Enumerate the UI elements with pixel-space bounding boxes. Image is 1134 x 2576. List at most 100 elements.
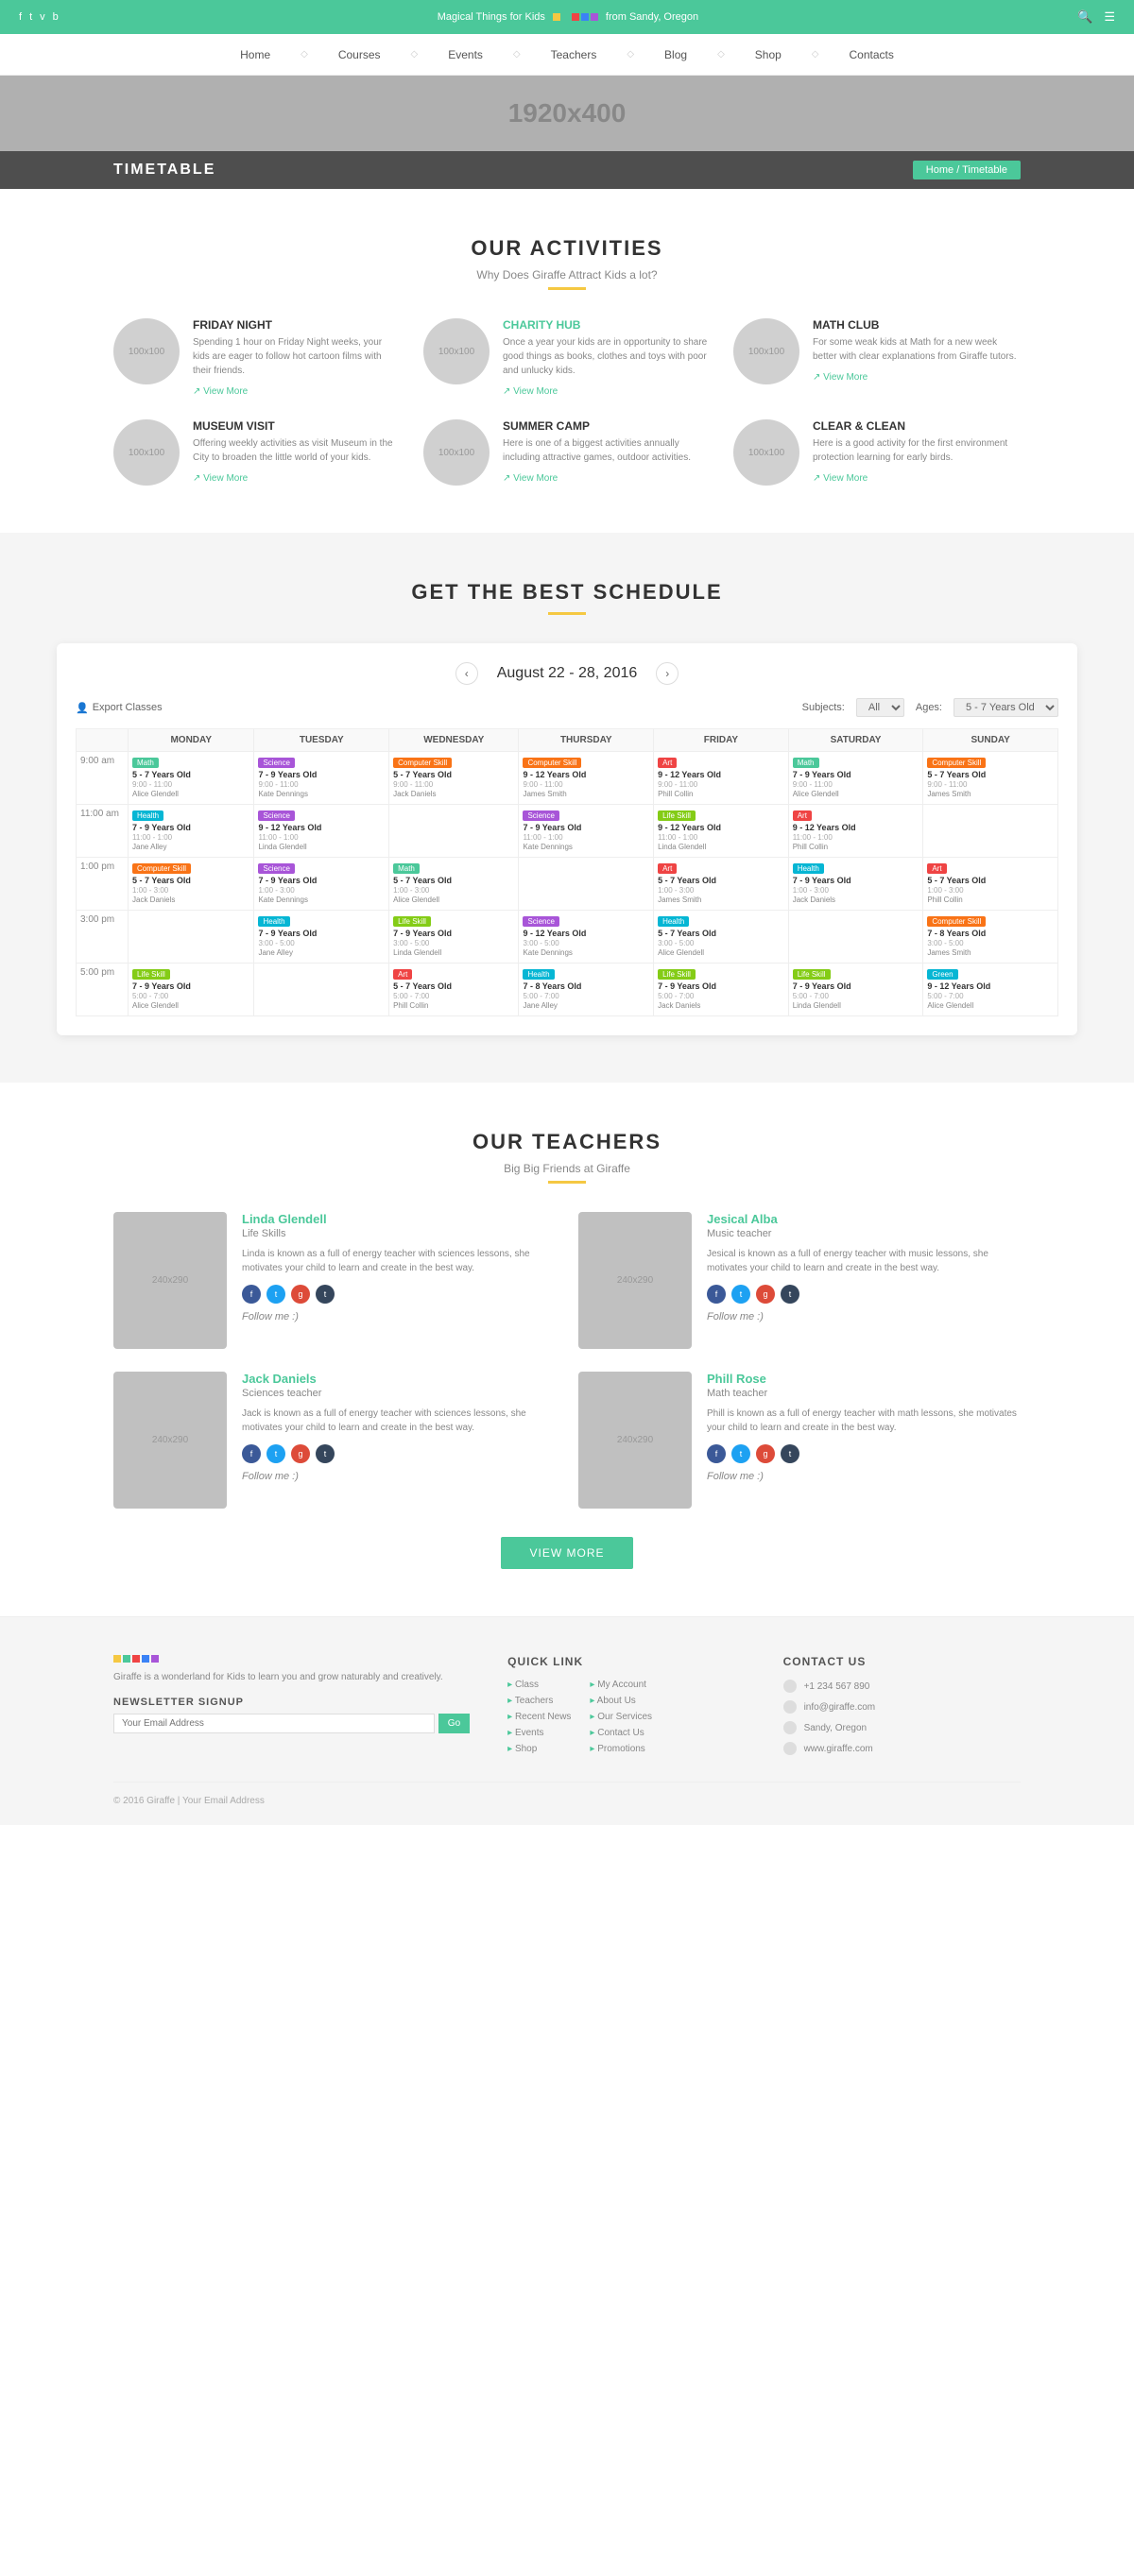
nav-home[interactable]: Home xyxy=(240,48,270,61)
schedule-section: GET THE BEST SCHEDULE ‹ August 22 - 28, … xyxy=(0,533,1134,1083)
breadcrumb[interactable]: Home / Timetable xyxy=(913,161,1021,179)
class-cell: Math 5 - 7 Years Old 9:00 - 11:00 Alice … xyxy=(129,752,254,805)
class-age: 7 - 9 Years Old xyxy=(258,770,317,779)
class-card[interactable]: Life Skill 7 - 9 Years Old 3:00 - 5:00 L… xyxy=(393,914,514,959)
class-card[interactable]: Computer Skill 5 - 7 Years Old 1:00 - 3:… xyxy=(132,862,249,906)
activity-link-museum[interactable]: View More xyxy=(193,473,248,484)
class-card[interactable]: Computer Skill 7 - 8 Years Old 3:00 - 5:… xyxy=(927,914,1054,959)
twitter-icon[interactable]: t xyxy=(266,1285,285,1304)
nav-contacts[interactable]: Contacts xyxy=(850,48,894,61)
class-card[interactable]: Art 5 - 7 Years Old 1:00 - 3:00 James Sm… xyxy=(658,862,784,906)
footer-logo xyxy=(113,1655,470,1663)
social-links[interactable]: f t v b xyxy=(19,11,59,23)
quick-link-about[interactable]: About Us xyxy=(590,1696,652,1706)
tumblr-icon[interactable]: t xyxy=(781,1444,799,1463)
twitter-icon[interactable]: t xyxy=(731,1285,750,1304)
quick-link-shop[interactable]: Shop xyxy=(507,1744,571,1754)
follow-link[interactable]: Follow me :) xyxy=(242,1311,556,1322)
follow-link[interactable]: Follow me :) xyxy=(707,1311,1021,1322)
class-card[interactable]: Life Skill 7 - 9 Years Old 5:00 - 7:00 L… xyxy=(793,967,919,1012)
class-card[interactable]: Health 7 - 9 Years Old 3:00 - 5:00 Jane … xyxy=(258,914,385,959)
class-card[interactable]: Life Skill 9 - 12 Years Old 11:00 - 1:00… xyxy=(658,809,784,853)
google-plus-icon[interactable]: g xyxy=(291,1285,310,1304)
class-card[interactable]: Science 7 - 9 Years Old 1:00 - 3:00 Kate… xyxy=(258,862,385,906)
facebook-link[interactable]: f xyxy=(19,11,22,23)
top-right-icons[interactable]: 🔍 ☰ xyxy=(1077,9,1115,25)
facebook-icon[interactable]: f xyxy=(242,1444,261,1463)
activity-link-clear[interactable]: View More xyxy=(813,473,868,484)
teachers-subtitle: Big Big Friends at Giraffe xyxy=(113,1162,1021,1175)
class-card[interactable]: Life Skill 7 - 9 Years Old 5:00 - 7:00 A… xyxy=(132,967,249,1012)
view-more-teachers-btn[interactable]: VIEW MORE xyxy=(501,1537,632,1569)
class-card[interactable]: Math 5 - 7 Years Old 9:00 - 11:00 Alice … xyxy=(132,756,249,800)
schedule-underline xyxy=(548,612,586,615)
tumblr-icon[interactable]: t xyxy=(781,1285,799,1304)
class-cell: Computer Skill 7 - 8 Years Old 3:00 - 5:… xyxy=(923,911,1058,964)
class-card[interactable]: Math 7 - 9 Years Old 9:00 - 11:00 Alice … xyxy=(793,756,919,800)
google-plus-icon[interactable]: g xyxy=(291,1444,310,1463)
quick-link-my-account[interactable]: My Account xyxy=(590,1680,652,1690)
twitter-icon[interactable]: t xyxy=(731,1444,750,1463)
schedule-next-btn[interactable]: › xyxy=(656,662,679,685)
class-age: 9 - 12 Years Old xyxy=(927,981,990,991)
class-card[interactable]: Science 9 - 12 Years Old 3:00 - 5:00 Kat… xyxy=(523,914,649,959)
quick-link-class[interactable]: Class xyxy=(507,1680,571,1690)
class-card[interactable]: Science 7 - 9 Years Old 11:00 - 1:00 Kat… xyxy=(523,809,649,853)
activity-link-charity[interactable]: View More xyxy=(503,386,558,397)
class-card[interactable]: Math 5 - 7 Years Old 1:00 - 3:00 Alice G… xyxy=(393,862,514,906)
class-card[interactable]: Art 5 - 7 Years Old 1:00 - 3:00 Phill Co… xyxy=(927,862,1054,906)
quick-link-promotions[interactable]: Promotions xyxy=(590,1744,652,1754)
class-card[interactable]: Science 9 - 12 Years Old 11:00 - 1:00 Li… xyxy=(258,809,385,853)
quick-link-events[interactable]: Events xyxy=(507,1728,571,1738)
nav-courses[interactable]: Courses xyxy=(338,48,381,61)
activity-link-math[interactable]: View More xyxy=(813,372,868,383)
class-card[interactable]: Art 9 - 12 Years Old 11:00 - 1:00 Phill … xyxy=(793,809,919,853)
teacher-social: f t g t xyxy=(242,1444,556,1463)
quick-link-teachers[interactable]: Teachers xyxy=(507,1696,571,1706)
class-card[interactable]: Health 7 - 8 Years Old 5:00 - 7:00 Jane … xyxy=(523,967,649,1012)
class-card[interactable]: Health 5 - 7 Years Old 3:00 - 5:00 Alice… xyxy=(658,914,784,959)
google-plus-icon[interactable]: g xyxy=(756,1285,775,1304)
class-card[interactable]: Computer Skill 5 - 7 Years Old 9:00 - 11… xyxy=(393,756,514,800)
class-card[interactable]: Art 9 - 12 Years Old 9:00 - 11:00 Phill … xyxy=(658,756,784,800)
nav-blog[interactable]: Blog xyxy=(664,48,687,61)
tumblr-icon[interactable]: t xyxy=(316,1444,335,1463)
google-plus-icon[interactable]: g xyxy=(756,1444,775,1463)
export-classes-btn[interactable]: 👤 Export Classes xyxy=(76,702,163,714)
schedule-prev-btn[interactable]: ‹ xyxy=(455,662,478,685)
follow-link[interactable]: Follow me :) xyxy=(707,1471,1021,1482)
class-card[interactable]: Science 7 - 9 Years Old 9:00 - 11:00 Kat… xyxy=(258,756,385,800)
class-card[interactable]: Computer Skill 9 - 12 Years Old 9:00 - 1… xyxy=(523,756,649,800)
ages-select[interactable]: 5 - 7 Years Old xyxy=(954,698,1058,717)
vimeo-link[interactable]: v xyxy=(40,11,45,23)
facebook-icon[interactable]: f xyxy=(242,1285,261,1304)
menu-icon[interactable]: ☰ xyxy=(1104,9,1115,25)
class-card[interactable]: Computer Skill 5 - 7 Years Old 9:00 - 11… xyxy=(927,756,1054,800)
class-time: 11:00 - 1:00 xyxy=(523,833,562,842)
tumblr-icon[interactable]: t xyxy=(316,1285,335,1304)
activity-link-friday[interactable]: View More xyxy=(193,386,248,397)
twitter-link[interactable]: t xyxy=(29,11,32,23)
newsletter-input[interactable] xyxy=(113,1714,435,1733)
nav-teachers[interactable]: Teachers xyxy=(551,48,597,61)
nav-shop[interactable]: Shop xyxy=(755,48,782,61)
quick-link-recent-news[interactable]: Recent News xyxy=(507,1712,571,1722)
class-card[interactable]: Health 7 - 9 Years Old 1:00 - 3:00 Jack … xyxy=(793,862,919,906)
twitter-icon[interactable]: t xyxy=(266,1444,285,1463)
nav-events[interactable]: Events xyxy=(448,48,483,61)
class-card[interactable]: Green 9 - 12 Years Old 5:00 - 7:00 Alice… xyxy=(927,967,1054,1012)
newsletter-btn[interactable]: Go xyxy=(438,1714,470,1733)
search-icon[interactable]: 🔍 xyxy=(1077,9,1092,25)
facebook-icon[interactable]: f xyxy=(707,1444,726,1463)
facebook-icon[interactable]: f xyxy=(707,1285,726,1304)
subjects-select[interactable]: All xyxy=(856,698,904,717)
behance-link[interactable]: b xyxy=(53,11,59,23)
class-card[interactable]: Art 5 - 7 Years Old 5:00 - 7:00 Phill Co… xyxy=(393,967,514,1012)
class-card[interactable]: Life Skill 7 - 9 Years Old 5:00 - 7:00 J… xyxy=(658,967,784,1012)
class-card[interactable]: Health 7 - 9 Years Old 11:00 - 1:00 Jane… xyxy=(132,809,249,853)
class-time: 11:00 - 1:00 xyxy=(793,833,833,842)
quick-link-contact[interactable]: Contact Us xyxy=(590,1728,652,1738)
follow-link[interactable]: Follow me :) xyxy=(242,1471,556,1482)
activity-link-summer[interactable]: View More xyxy=(503,473,558,484)
quick-link-services[interactable]: Our Services xyxy=(590,1712,652,1722)
